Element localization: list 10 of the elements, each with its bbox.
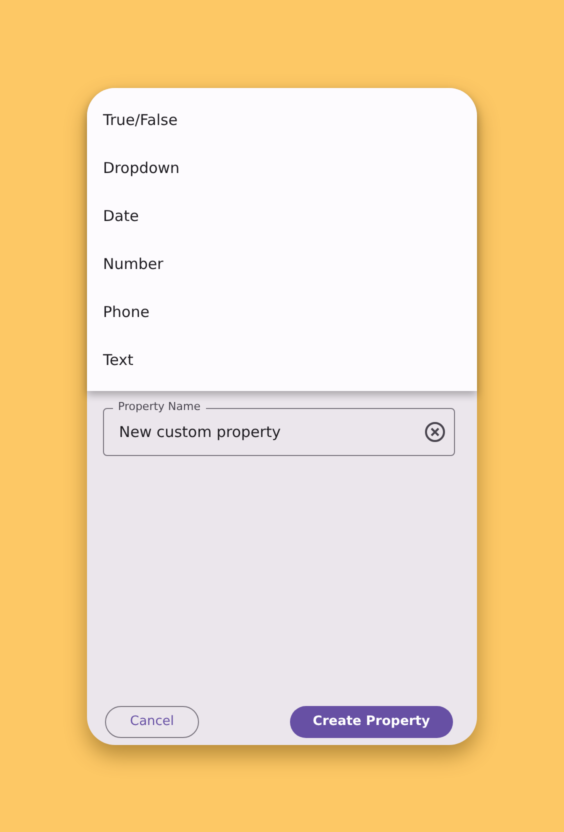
- menu-item[interactable]: Number: [87, 240, 477, 288]
- menu-item[interactable]: Text: [87, 336, 477, 384]
- menu-item[interactable]: Phone: [87, 288, 477, 336]
- cancel-button[interactable]: Cancel: [105, 706, 200, 738]
- field-label: Property Name: [113, 399, 206, 415]
- menu-item[interactable]: True/False: [87, 96, 477, 144]
- clear-icon[interactable]: [423, 420, 447, 444]
- menu-item[interactable]: Dropdown: [87, 144, 477, 192]
- menu-item[interactable]: Date: [87, 192, 477, 240]
- create-button[interactable]: Create Property: [290, 706, 453, 738]
